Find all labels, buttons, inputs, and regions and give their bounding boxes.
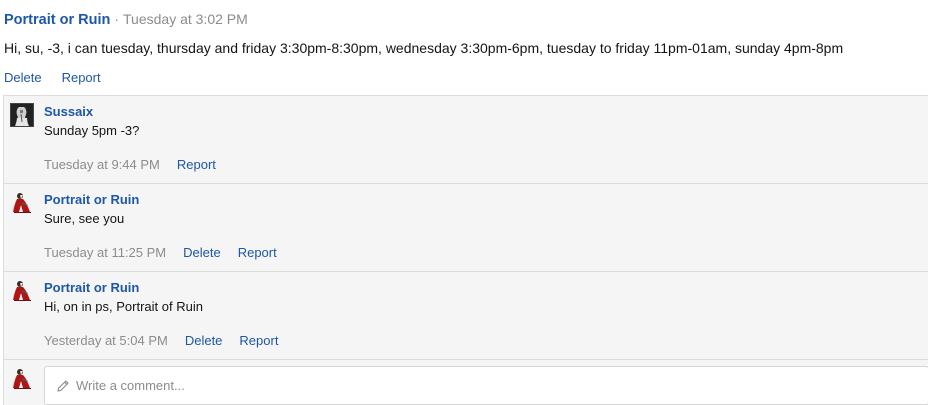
avatar[interactable] — [10, 103, 34, 127]
comment-delete-link[interactable]: Delete — [185, 333, 223, 348]
reply-row: Write a comment... — [4, 360, 928, 405]
comment-delete-link[interactable]: Delete — [183, 245, 221, 260]
post-delete-link[interactable]: Delete — [4, 70, 42, 85]
comment-text: Hi, on in ps, Portrait of Ruin — [44, 299, 203, 314]
comments-list: Sussaix Sunday 5pm -3? Tuesday at 9:44 P… — [3, 95, 928, 405]
comment-timestamp[interactable]: Tuesday at 9:44 PM — [44, 157, 160, 172]
write-comment-input[interactable]: Write a comment... — [44, 366, 928, 405]
comment-text: Sunday 5pm -3? — [44, 123, 140, 138]
profile-post: Portrait or Ruin · Tuesday at 3:02 PM Hi… — [0, 0, 928, 405]
comment-report-link[interactable]: Report — [177, 157, 216, 172]
pencil-icon — [57, 379, 69, 392]
comment-meta: Tuesday at 11:25 PM Delete Report — [44, 245, 294, 260]
red-figure-avatar-icon — [13, 281, 31, 301]
post-timestamp[interactable]: Tuesday at 3:02 PM — [123, 11, 248, 27]
comment-item: Portrait or Ruin Hi, on in ps, Portrait … — [4, 272, 928, 360]
comment-input-placeholder: Write a comment... — [76, 378, 185, 393]
post-message: Hi, su, -3, i can tuesday, thursday and … — [4, 40, 844, 56]
red-figure-avatar-icon — [13, 193, 31, 213]
post-author-link[interactable]: Portrait or Ruin — [4, 12, 110, 28]
header-separator: · — [114, 11, 120, 27]
red-figure-avatar-icon — [13, 369, 31, 389]
post-actions: Delete Report — [4, 70, 101, 85]
comment-timestamp[interactable]: Tuesday at 11:25 PM — [44, 245, 166, 260]
comment-report-link[interactable]: Report — [238, 245, 277, 260]
comment-meta: Tuesday at 9:44 PM Report — [44, 157, 233, 172]
comment-item: Sussaix Sunday 5pm -3? Tuesday at 9:44 P… — [4, 96, 928, 184]
comment-author-link[interactable]: Portrait or Ruin — [44, 280, 139, 295]
comment-author-link[interactable]: Portrait or Ruin — [44, 192, 139, 207]
comment-text: Sure, see you — [44, 211, 125, 226]
current-user-avatar[interactable] — [10, 367, 34, 391]
avatar[interactable] — [10, 279, 34, 303]
comment-report-link[interactable]: Report — [239, 333, 278, 348]
comment-timestamp[interactable]: Yesterday at 5:04 PM — [44, 333, 168, 348]
post-report-link[interactable]: Report — [62, 70, 101, 85]
comment-item: Portrait or Ruin Sure, see you Tuesday a… — [4, 184, 928, 272]
comment-meta: Yesterday at 5:04 PM Delete Report — [44, 333, 295, 348]
sketch-portrait-avatar-icon — [11, 104, 33, 126]
avatar[interactable] — [10, 191, 34, 215]
comment-author-link[interactable]: Sussaix — [44, 104, 93, 119]
post-header: Portrait or Ruin · Tuesday at 3:02 PM — [4, 11, 248, 31]
